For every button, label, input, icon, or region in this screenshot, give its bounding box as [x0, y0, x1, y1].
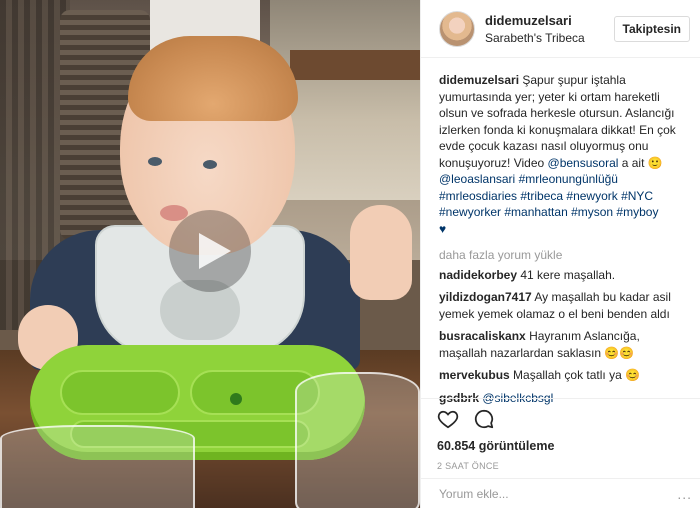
comments-section: didemuzelsari Şapur şupur iştahla yumurt… [421, 58, 700, 406]
action-icons [437, 405, 684, 433]
background-table [290, 50, 420, 80]
comment-item: busracaliskanx Hayranım Aslancığa, maşal… [439, 328, 682, 361]
play-icon [199, 233, 231, 269]
comment-input[interactable] [439, 486, 678, 501]
hashtag-link[interactable]: #newyorker #manhattan #myson #myboy [439, 205, 658, 219]
smile-emoji: 🙂 [647, 155, 663, 170]
caption: didemuzelsari Şapur şupur iştahla yumurt… [439, 72, 682, 237]
plate-section [60, 370, 180, 415]
baby-hand-raised [350, 205, 412, 300]
load-more-comments[interactable]: daha fazla yorum yükle [439, 247, 682, 264]
comment-username[interactable]: nadidekorbey [439, 268, 517, 282]
baby-eye-right [203, 160, 217, 169]
water-glass-left [0, 425, 195, 508]
location-link[interactable]: Sarabeth's Tribeca [485, 31, 614, 45]
comment-username[interactable]: mervekubus [439, 368, 510, 382]
header-username[interactable]: didemuzelsari [485, 13, 614, 28]
post-video[interactable] [0, 0, 420, 508]
speech-bubble-icon[interactable] [473, 408, 495, 430]
view-count: 60.854 görüntüleme [437, 439, 555, 453]
add-comment-bar: ... [421, 478, 700, 508]
instagram-post: didemuzelsari Sarabeth's Tribeca Takipte… [0, 0, 700, 508]
mention-link[interactable]: @leoaslansari [439, 172, 515, 186]
blue-heart-emoji: ♥ [439, 221, 447, 236]
following-button[interactable]: Takiptesin [613, 15, 690, 42]
more-options-icon[interactable]: ... [677, 486, 692, 502]
caption-username[interactable]: didemuzelsari [439, 73, 519, 87]
post-timestamp[interactable]: 2 SAAT ÖNCE [437, 461, 684, 471]
play-button[interactable] [169, 210, 251, 292]
caption-text: a ait [618, 155, 648, 170]
baby-hair [128, 36, 298, 121]
green-pea [230, 393, 242, 405]
comment-text: Maşallah çok tatlı ya 😊 [513, 368, 641, 382]
user-block: didemuzelsari Sarabeth's Tribeca [485, 13, 614, 45]
comment-item: mervekubus Maşallah çok tatlı ya 😊 [439, 367, 682, 384]
comment-username[interactable]: busracaliskanx [439, 329, 526, 343]
comment-item: yildizdogan7417 Ay maşallah bu kadar asi… [439, 289, 682, 322]
comment-username[interactable]: yildizdogan7417 [439, 290, 532, 304]
hashtag-link[interactable]: #mrleonungünlüğü [519, 172, 618, 186]
baby-eye-left [148, 157, 162, 166]
avatar[interactable] [439, 10, 475, 47]
heart-outline-icon[interactable] [437, 408, 459, 430]
comment-item: nadidekorbey 41 kere maşallah. [439, 267, 682, 284]
post-header: didemuzelsari Sarabeth's Tribeca Takipte… [421, 0, 700, 58]
hashtag-link[interactable]: #mrleosdiaries #tribeca #newyork #NYC [439, 189, 653, 203]
post-actions: 60.854 görüntüleme 2 SAAT ÖNCE [421, 398, 700, 471]
comment-text: 41 kere maşallah. [520, 267, 616, 282]
post-side-panel: didemuzelsari Sarabeth's Tribeca Takipte… [420, 0, 700, 508]
mention-link[interactable]: @bensusoral [548, 156, 619, 170]
water-glass-right [295, 372, 420, 508]
